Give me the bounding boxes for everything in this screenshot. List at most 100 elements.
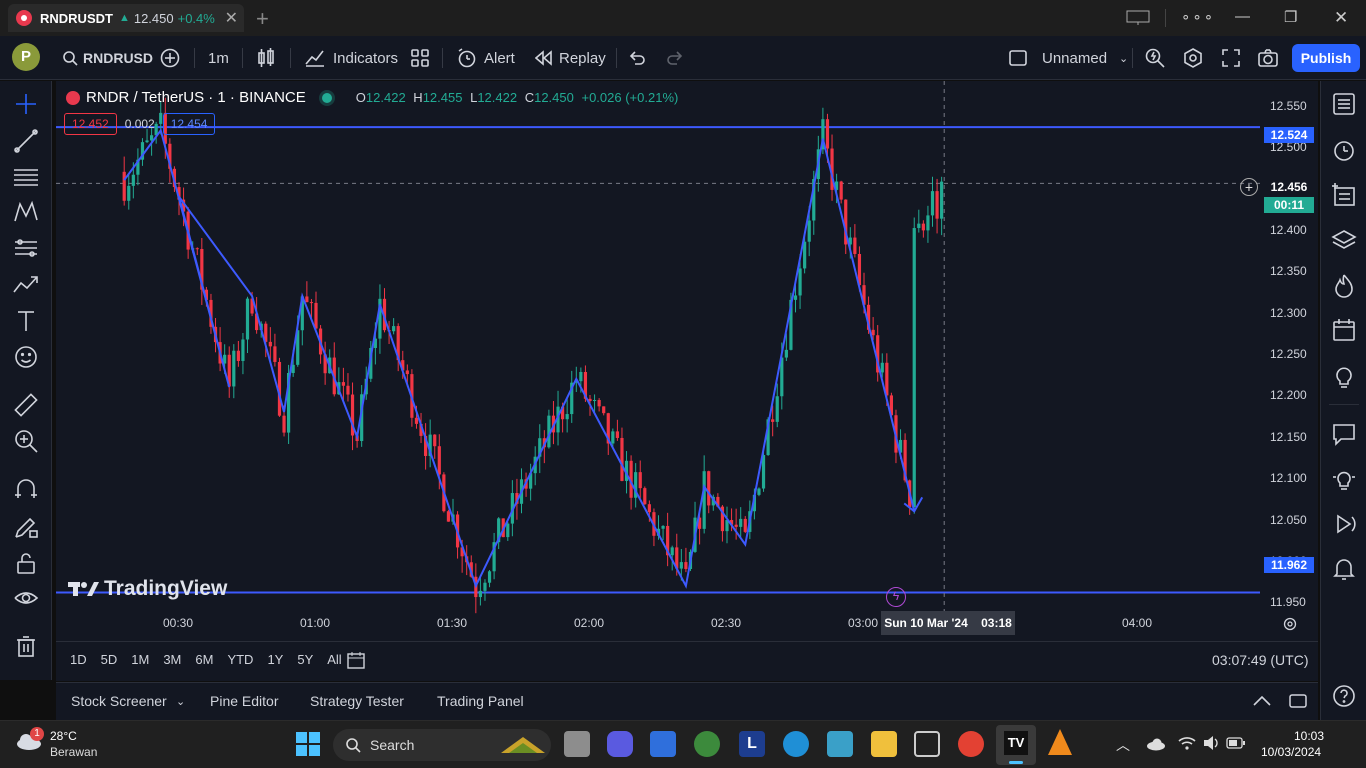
brush-tool[interactable] xyxy=(12,270,40,298)
utc-clock[interactable]: 03:07:49 (UTC) xyxy=(1212,652,1308,668)
notifications-button[interactable] xyxy=(1331,555,1357,581)
publish-button[interactable]: Publish xyxy=(1292,44,1360,72)
range-button[interactable]: 3M xyxy=(163,652,181,667)
tab-pine-editor[interactable]: Pine Editor xyxy=(210,693,278,709)
task-view-icon[interactable] xyxy=(564,731,590,757)
add-alert-plus-icon[interactable]: + xyxy=(1240,178,1258,196)
close-tab-icon[interactable]: ✕ xyxy=(225,8,238,28)
compare-button[interactable] xyxy=(160,36,180,80)
range-button[interactable]: YTD xyxy=(227,652,253,667)
replay-button[interactable]: Replay xyxy=(535,36,606,80)
chart-type-button[interactable] xyxy=(256,36,276,80)
tab-stock-screener[interactable]: Stock Screener xyxy=(71,693,167,709)
minimize-icon[interactable]: — xyxy=(1235,8,1250,25)
redo-button[interactable] xyxy=(666,36,684,80)
meet-icon[interactable] xyxy=(607,731,633,757)
edge-icon[interactable] xyxy=(783,731,809,757)
object-tree-button[interactable] xyxy=(1331,182,1357,208)
interval-button[interactable]: 1m xyxy=(208,36,229,80)
tab-strategy-tester[interactable]: Strategy Tester xyxy=(310,693,404,709)
alerts-button[interactable] xyxy=(1331,137,1357,163)
stay-drawing-tool[interactable] xyxy=(12,513,40,541)
text-tool[interactable] xyxy=(12,307,40,335)
help-ideas-button[interactable] xyxy=(1331,466,1357,492)
tradingview-taskbar-active[interactable]: TV xyxy=(996,725,1036,765)
volume-icon[interactable] xyxy=(1202,735,1220,751)
calendar-button[interactable] xyxy=(1331,317,1357,343)
indicators-button[interactable]: Indicators xyxy=(304,36,398,80)
layers-button[interactable] xyxy=(1331,227,1357,253)
event-lightning-icon[interactable]: ϟ xyxy=(886,587,906,607)
close-window-icon[interactable]: ✕ xyxy=(1334,8,1348,28)
prediction-tool[interactable] xyxy=(12,234,40,262)
hide-drawings-tool[interactable] xyxy=(12,585,40,613)
weather-widget[interactable]: 1 28°C Berawan xyxy=(14,727,97,759)
measure-tool[interactable] xyxy=(12,391,40,419)
templates-button[interactable] xyxy=(410,36,430,80)
tray-date[interactable]: 10/03/2024 xyxy=(1261,745,1321,759)
more-options-icon[interactable]: ∘∘∘ xyxy=(1181,8,1215,26)
maximize-panel-icon[interactable] xyxy=(1288,692,1308,710)
pattern-tool[interactable] xyxy=(12,198,40,226)
new-tab-icon[interactable]: + xyxy=(256,6,269,32)
help-button[interactable] xyxy=(1331,683,1357,709)
chevron-down-icon[interactable]: ⌄ xyxy=(176,695,185,708)
layout-button[interactable]: Unnamed ⌄ xyxy=(1008,36,1128,80)
zoom-tool[interactable] xyxy=(12,427,40,455)
chats-button[interactable] xyxy=(1331,421,1357,447)
store-icon[interactable] xyxy=(650,731,676,757)
price-chart[interactable] xyxy=(56,81,1318,681)
range-button[interactable]: 1D xyxy=(70,652,87,667)
snapshot-button[interactable] xyxy=(1257,36,1279,80)
lock-drawings-tool[interactable] xyxy=(12,549,40,577)
start-button[interactable] xyxy=(296,732,320,761)
chart-area[interactable]: RNDR / TetherUS · 1 · BINANCE O12.422 H1… xyxy=(56,81,1318,681)
tab-trading-panel[interactable]: Trading Panel xyxy=(437,693,524,709)
legend-title[interactable]: RNDR / TetherUS · 1 · BINANCE xyxy=(86,89,306,106)
undo-button[interactable] xyxy=(628,36,646,80)
file-explorer-icon[interactable] xyxy=(871,731,897,757)
browser-tab[interactable]: RNDRUSDT ▲ 12.450 +0.4% ✕ xyxy=(8,4,244,32)
date-range-calendar-icon[interactable] xyxy=(346,650,366,670)
symbol-search[interactable]: RNDRUSD xyxy=(62,36,153,80)
range-button[interactable]: 1Y xyxy=(267,652,283,667)
alert-button[interactable]: Alert xyxy=(456,36,515,80)
ideas-button[interactable] xyxy=(1331,363,1357,389)
maximize-icon[interactable]: ❐ xyxy=(1284,8,1297,26)
magnet-tool[interactable] xyxy=(12,476,40,504)
crosshair-tool[interactable] xyxy=(12,90,40,118)
onedrive-cloud-icon[interactable] xyxy=(1146,737,1166,751)
range-button[interactable]: 5Y xyxy=(297,652,313,667)
trend-line-tool[interactable] xyxy=(12,127,40,155)
virtualbox-icon[interactable] xyxy=(914,731,940,757)
app-l-icon[interactable]: L xyxy=(739,731,765,757)
fib-tool[interactable] xyxy=(12,163,40,191)
remove-drawings-tool[interactable] xyxy=(12,633,40,661)
icon-tool[interactable] xyxy=(12,343,40,371)
avatar[interactable]: P xyxy=(12,43,40,71)
chrome-icon[interactable] xyxy=(958,731,984,757)
sell-button[interactable]: 12.452 xyxy=(64,113,117,135)
settings-button[interactable] xyxy=(1182,36,1204,80)
battery-icon[interactable] xyxy=(1226,737,1246,749)
buy-button[interactable]: 12.454 xyxy=(162,113,216,135)
range-button[interactable]: All xyxy=(327,652,341,667)
remote-desktop-icon[interactable] xyxy=(827,731,853,757)
hotlist-button[interactable] xyxy=(1331,272,1357,298)
fullscreen-button[interactable] xyxy=(1221,36,1241,80)
wifi-icon[interactable] xyxy=(1178,735,1196,751)
app-globe-icon[interactable] xyxy=(694,731,720,757)
watchlist-button[interactable] xyxy=(1331,91,1357,117)
range-button[interactable]: 1M xyxy=(131,652,149,667)
range-button[interactable]: 5D xyxy=(101,652,118,667)
taskbar-search[interactable]: Search xyxy=(333,729,551,761)
tray-time[interactable]: 10:03 xyxy=(1294,729,1324,743)
tray-chevron-up-icon[interactable]: ︿ xyxy=(1116,735,1130,755)
streams-button[interactable] xyxy=(1331,511,1357,537)
chart-settings-gear-icon[interactable] xyxy=(1283,617,1297,631)
monitor-icon[interactable] xyxy=(1126,10,1150,26)
vlc-icon[interactable] xyxy=(1048,729,1072,755)
collapse-panel-icon[interactable] xyxy=(1252,693,1272,709)
quick-search-button[interactable] xyxy=(1144,36,1166,80)
range-button[interactable]: 6M xyxy=(195,652,213,667)
